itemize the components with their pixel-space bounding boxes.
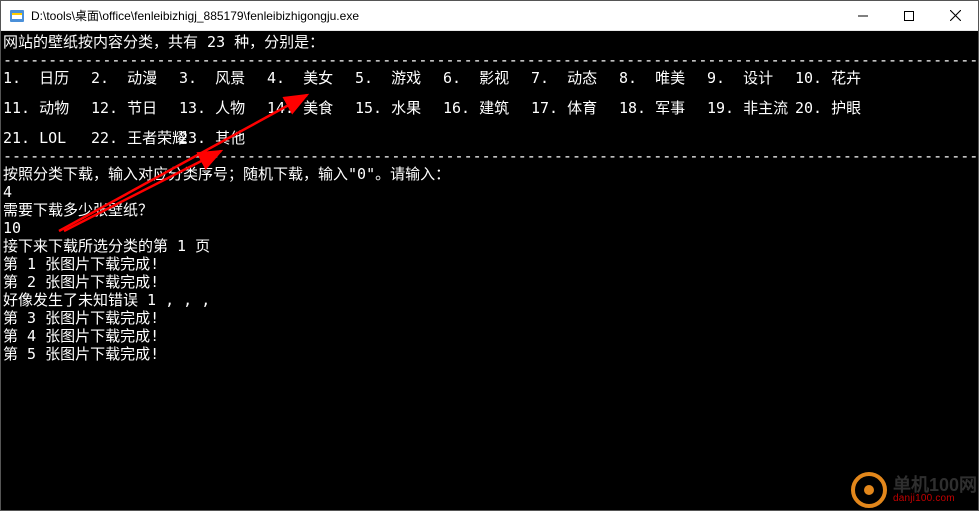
category-item: 22. 王者荣耀 [91, 129, 179, 147]
category-list: 1. 日历2. 动漫3. 风景4. 美女5. 游戏6. 影视7. 动态8. 唯美… [3, 69, 976, 147]
app-icon [9, 8, 25, 24]
category-item: 4. 美女 [267, 69, 355, 87]
category-item: 10. 花卉 [795, 69, 883, 87]
progress-line: 第 4 张图片下载完成! [3, 327, 976, 345]
progress-line: 第 3 张图片下载完成! [3, 309, 976, 327]
maximize-button[interactable] [886, 1, 932, 30]
divider-line: ----------------------------------------… [3, 147, 976, 165]
category-item: 2. 动漫 [91, 69, 179, 87]
category-item: 16. 建筑 [443, 99, 531, 117]
minimize-button[interactable] [840, 1, 886, 30]
titlebar: D:\tools\桌面\office\fenleibizhigj_885179\… [1, 1, 978, 31]
console-header: 网站的壁纸按内容分类，共有 23 种，分别是： [3, 33, 976, 51]
progress-line: 第 2 张图片下载完成! [3, 273, 976, 291]
category-item: 19. 非主流 [707, 99, 795, 117]
category-item: 11. 动物 [3, 99, 91, 117]
category-item: 18. 军事 [619, 99, 707, 117]
progress-lines: 第 1 张图片下载完成!第 2 张图片下载完成!好像发生了未知错误 1 , , … [3, 255, 976, 363]
category-item: 5. 游戏 [355, 69, 443, 87]
window-controls [840, 1, 978, 30]
progress-line: 好像发生了未知错误 1 , , , [3, 291, 976, 309]
progress-header: 接下来下载所选分类的第 1 页 [3, 237, 976, 255]
category-item: 9. 设计 [707, 69, 795, 87]
category-item: 8. 唯美 [619, 69, 707, 87]
divider-line: ----------------------------------------… [3, 51, 976, 69]
input-count-value: 10 [3, 219, 976, 237]
prompt-count: 需要下载多少张壁纸？ [3, 201, 976, 219]
input-category-value: 4 [3, 183, 976, 201]
category-item: 12. 节日 [91, 99, 179, 117]
close-button[interactable] [932, 1, 978, 30]
category-item: 14. 美食 [267, 99, 355, 117]
window-title: D:\tools\桌面\office\fenleibizhigj_885179\… [31, 7, 840, 24]
app-window: D:\tools\桌面\office\fenleibizhigj_885179\… [0, 0, 979, 511]
prompt-category: 按照分类下载，输入对应分类序号；随机下载，输入"0"。请输入： [3, 165, 976, 183]
category-item: 3. 风景 [179, 69, 267, 87]
category-item: 7. 动态 [531, 69, 619, 87]
progress-line: 第 5 张图片下载完成! [3, 345, 976, 363]
category-item: 21. LOL [3, 129, 91, 147]
console-area[interactable]: 网站的壁纸按内容分类，共有 23 种，分别是： ----------------… [1, 31, 978, 510]
category-item: 6. 影视 [443, 69, 531, 87]
category-item: 13. 人物 [179, 99, 267, 117]
category-item: 1. 日历 [3, 69, 91, 87]
progress-line: 第 1 张图片下载完成! [3, 255, 976, 273]
category-item: 20. 护眼 [795, 99, 883, 117]
category-item: 15. 水果 [355, 99, 443, 117]
category-item: 17. 体育 [531, 99, 619, 117]
category-item: 23. 其他 [179, 129, 267, 147]
